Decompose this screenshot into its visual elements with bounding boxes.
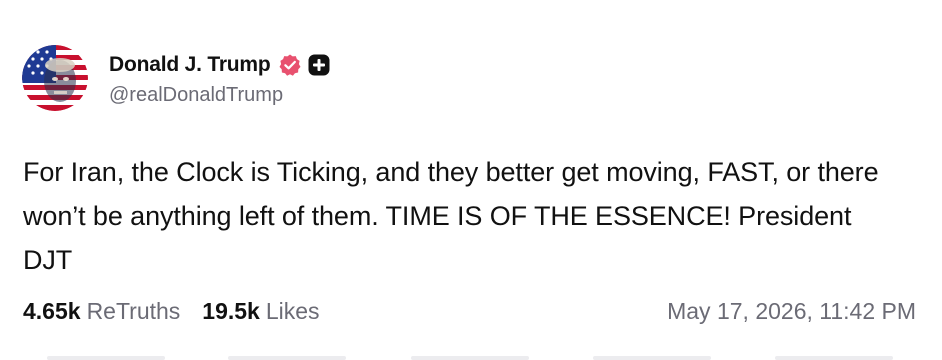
name-row: Donald J. Trump: [109, 50, 331, 80]
likes-stat[interactable]: 19.5k Likes: [202, 298, 319, 325]
truth-post: Donald J. Trump @realDonaldTrump For Ira…: [0, 0, 942, 360]
more-action-stub[interactable]: [775, 356, 893, 360]
avatar-flag-portrait-icon: [22, 45, 88, 111]
post-content: For Iran, the Clock is Ticking, and they…: [23, 157, 879, 275]
like-action-stub[interactable]: [411, 356, 529, 360]
likes-count: 19.5k: [202, 298, 260, 324]
author-handle[interactable]: @realDonaldTrump: [109, 84, 331, 107]
post-header: Donald J. Trump @realDonaldTrump: [22, 42, 331, 114]
post-timestamp[interactable]: May 17, 2026, 11:42 PM: [667, 298, 916, 325]
avatar[interactable]: [22, 45, 88, 111]
verified-badge-icon: [278, 53, 302, 77]
retruths-stat[interactable]: 4.65k ReTruths: [23, 298, 180, 325]
post-action-bar: [0, 352, 942, 360]
author-identity: Donald J. Trump @realDonaldTrump: [109, 50, 331, 107]
likes-label: Likes: [265, 298, 320, 324]
retruths-label: ReTruths: [86, 298, 181, 324]
author-display-name[interactable]: Donald J. Trump: [109, 53, 271, 77]
reply-action-stub[interactable]: [47, 356, 165, 360]
post-stats: 4.65k ReTruths 19.5k Likes: [23, 298, 342, 325]
plus-square-icon: [307, 53, 331, 77]
share-action-stub[interactable]: [593, 356, 711, 360]
retruth-action-stub[interactable]: [228, 356, 346, 360]
retruths-count: 4.65k: [23, 298, 81, 324]
